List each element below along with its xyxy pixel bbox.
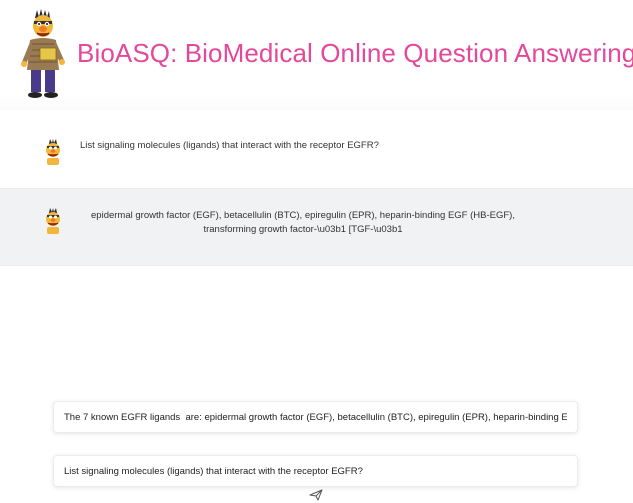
- user-message: List signaling molecules (ligands) that …: [0, 126, 633, 182]
- context-input[interactable]: [53, 401, 578, 433]
- user-message-text: List signaling molecules (ligands) that …: [80, 140, 379, 151]
- header: BioASQ: BioMedical Online Question Answe…: [0, 0, 633, 110]
- send-icon[interactable]: [309, 489, 323, 501]
- bot-message-text: epidermal growth factor (EGF), betacellu…: [91, 210, 515, 235]
- bert-puppet-logo: [21, 9, 65, 98]
- question-input[interactable]: [53, 455, 578, 487]
- bot-message: epidermal growth factor (EGF), betacellu…: [0, 188, 633, 266]
- app-page: BioASQ: BioMedical Online Question Answe…: [0, 0, 633, 503]
- page-title: BioASQ: BioMedical Online Question Answe…: [77, 38, 633, 68]
- bert-avatar-icon: [46, 208, 60, 234]
- bert-avatar-icon: [46, 139, 60, 165]
